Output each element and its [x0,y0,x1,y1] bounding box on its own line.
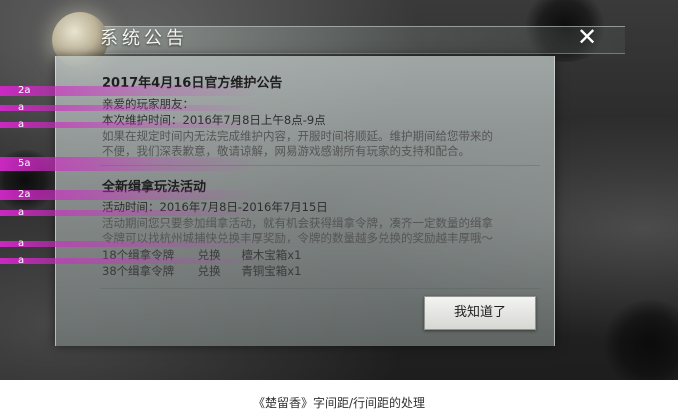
spacing-marker-label: a [18,102,25,113]
spacing-marker-bar [0,105,260,111]
reward-cost: 38个缉拿令牌 [102,264,175,278]
reward-item: 青铜宝箱x1 [241,264,302,278]
ink-splash-corner [600,300,678,380]
spacing-marker-bar [0,258,260,264]
spacing-marker-bar [0,157,260,171]
spacing-marker-bar [0,241,260,247]
game-scene: 系统公告 ✕ 2017年4月16日官方维护公告 亲爱的玩家朋友： 本次维护时间：… [0,0,678,380]
spacing-marker-label: 2a [18,85,31,96]
spacing-marker-label: a [18,238,25,249]
spacing-marker-bar [0,86,260,96]
spacing-marker-bar [0,190,260,200]
acknowledge-button[interactable]: 我知道了 [424,296,536,330]
spacing-marker-bar [0,122,260,128]
dialog-title: 系统公告 [100,28,188,49]
spacing-marker-bar [0,210,260,216]
reward-row: 38个缉拿令牌 兑换 青铜宝箱x1 [102,263,301,279]
spacing-marker-label: a [18,119,25,130]
maintenance-body-line: 如果在规定时间内无法完成维护内容，开服时间将顺延。维护期间给您带来的 [102,129,493,143]
event-body-line: 活动期间您只要参加缉拿活动，就有机会获得缉拿令牌，凑齐一定数量的缉拿 [102,216,493,230]
reward-action: 兑换 [197,264,221,278]
spacing-marker-label: 2a [18,189,31,200]
spacing-marker-label: a [18,207,25,218]
spacing-marker-label: a [18,255,25,266]
figure-caption: 《楚留香》字间距/行间距的处理 [252,396,426,410]
close-icon[interactable]: ✕ [570,20,604,54]
footer-divider [100,288,540,289]
spacing-marker-label: 5a [18,158,31,169]
